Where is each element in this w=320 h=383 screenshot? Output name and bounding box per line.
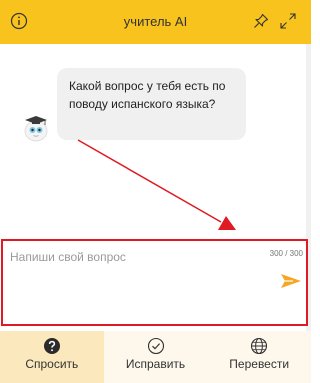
tab-correct[interactable]: Исправить — [104, 331, 208, 383]
char-counter: 300 / 300 — [269, 249, 303, 258]
tab-ask-label: Спросить — [25, 357, 79, 371]
tab-translate-label: Перевести — [229, 357, 290, 371]
assistant-message: Какой вопрос у тебя есть по поводу испан… — [57, 68, 246, 140]
tab-translate[interactable]: Перевести — [207, 331, 311, 383]
tab-ask[interactable]: Спросить — [0, 331, 104, 383]
ai-avatar-icon — [21, 113, 51, 143]
question-input-box[interactable]: 300 / 300 — [1, 239, 308, 326]
question-icon — [43, 337, 61, 355]
send-icon[interactable] — [279, 271, 303, 291]
check-icon — [147, 337, 165, 355]
pin-icon[interactable] — [250, 10, 272, 32]
globe-icon — [250, 337, 268, 355]
tab-correct-label: Исправить — [125, 357, 186, 371]
expand-icon[interactable] — [277, 10, 299, 32]
bottom-tab-bar: Спросить Исправить Перевести — [0, 331, 311, 383]
header-bar: учитель AI — [0, 0, 311, 44]
question-input[interactable] — [8, 248, 267, 322]
